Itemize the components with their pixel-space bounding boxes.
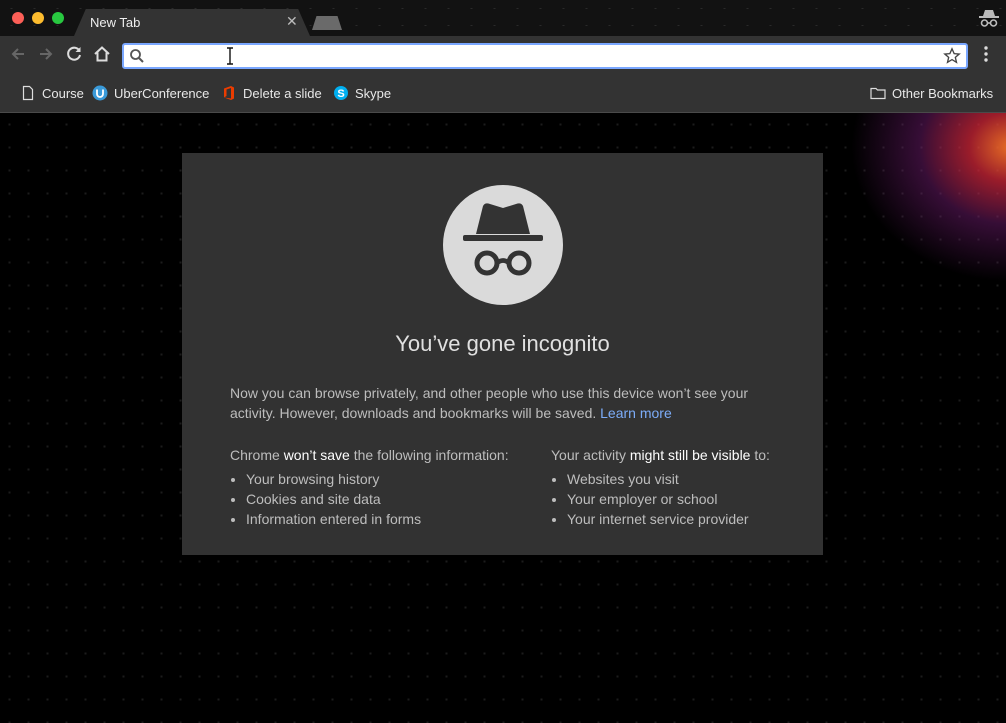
still-visible-section: Your activity might still be visible to:… xyxy=(551,447,770,529)
bookmark-star-icon[interactable] xyxy=(943,47,961,65)
bookmark-course[interactable]: Course xyxy=(20,84,84,102)
back-icon[interactable] xyxy=(8,44,28,64)
bookmark-label: UberConference xyxy=(114,85,210,101)
tab-close-icon[interactable]: ✕ xyxy=(286,13,298,30)
incognito-icon xyxy=(979,10,999,27)
text-cursor-icon xyxy=(227,47,233,65)
tab-new-tab[interactable]: New Tab ✕ xyxy=(74,9,310,36)
bookmark-label: Delete a slide xyxy=(243,85,322,101)
bookmarks-bar: Course UberConference Delete a slide S S… xyxy=(0,72,1006,113)
bookmark-skype[interactable]: S Skype xyxy=(333,84,391,102)
heading-text: the following information: xyxy=(349,447,509,463)
bookmark-label: Skype xyxy=(355,85,392,101)
tab-title: New Tab xyxy=(90,15,141,30)
incognito-page: You’ve gone incognito Now you can browse… xyxy=(0,113,1006,723)
other-bookmarks[interactable]: Other Bookmarks xyxy=(870,84,993,102)
background-streak xyxy=(850,113,1006,283)
learn-more-link[interactable]: Learn more xyxy=(600,405,672,421)
page-title: You’ve gone incognito xyxy=(395,331,610,356)
reload-icon[interactable] xyxy=(64,44,84,64)
page-icon xyxy=(22,85,34,101)
more-menu-icon[interactable] xyxy=(978,44,994,64)
search-icon xyxy=(130,49,144,63)
forward-icon[interactable] xyxy=(36,44,56,64)
intro-text: Now you can browse privately, and other … xyxy=(230,383,775,423)
list-item: Your browsing history xyxy=(246,469,509,489)
address-input[interactable] xyxy=(150,45,934,69)
maximize-window-button[interactable] xyxy=(52,12,64,24)
bookmark-delete-a-slide[interactable]: Delete a slide xyxy=(221,84,322,102)
svg-text:S: S xyxy=(337,88,344,100)
still-visible-heading: Your activity might still be visible to: xyxy=(551,447,770,463)
list-item: Cookies and site data xyxy=(246,489,509,509)
incognito-hero xyxy=(443,185,563,305)
bookmark-uberconference[interactable]: UberConference xyxy=(92,84,209,102)
folder-icon xyxy=(870,87,886,100)
list-item: Information entered in forms xyxy=(246,509,509,529)
heading-emphasis: won’t save xyxy=(283,447,350,463)
heading-text: Chrome xyxy=(230,447,284,463)
minimize-window-button[interactable] xyxy=(32,12,44,24)
title-bar: New Tab ✕ xyxy=(0,0,1006,36)
toolbar xyxy=(0,36,1006,72)
heading-text: to: xyxy=(750,447,770,463)
uberconference-icon xyxy=(92,85,108,101)
office-icon xyxy=(224,86,234,100)
heading-emphasis: might still be visible xyxy=(629,447,751,463)
heading-text: Your activity xyxy=(551,447,630,463)
new-tab-button[interactable] xyxy=(312,16,342,30)
other-bookmarks-label: Other Bookmarks xyxy=(892,85,994,101)
wont-save-list: Your browsing history Cookies and site d… xyxy=(230,469,509,529)
skype-icon: S xyxy=(334,86,348,100)
address-bar[interactable] xyxy=(122,43,968,69)
list-item: Your internet service provider xyxy=(567,509,770,529)
still-visible-list: Websites you visit Your employer or scho… xyxy=(551,469,770,529)
wont-save-section: Chrome won’t save the following informat… xyxy=(230,447,509,529)
incognito-icon xyxy=(463,203,543,276)
home-icon[interactable] xyxy=(92,44,112,64)
wont-save-heading: Chrome won’t save the following informat… xyxy=(230,447,509,463)
list-item: Your employer or school xyxy=(567,489,770,509)
bookmark-label: Course xyxy=(42,85,84,101)
incognito-card: You’ve gone incognito Now you can browse… xyxy=(182,153,823,555)
list-item: Websites you visit xyxy=(567,469,770,489)
close-window-button[interactable] xyxy=(12,12,24,24)
